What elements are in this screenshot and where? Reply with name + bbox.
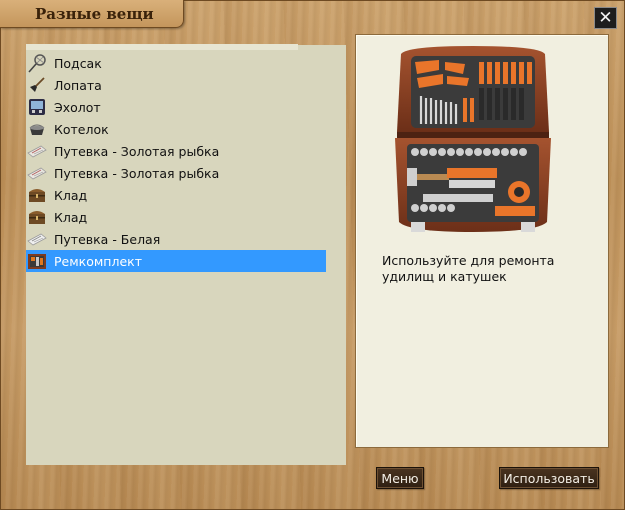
list-item[interactable]: Путевка - Золотая рыбка (26, 162, 326, 184)
list-item[interactable]: Котелок (26, 118, 326, 140)
list-item[interactable]: Клад (26, 184, 326, 206)
list-item[interactable]: Путевка - Золотая рыбка (26, 140, 326, 162)
shovel-icon (26, 74, 48, 96)
repair-kit-icon (26, 250, 48, 272)
list-header-strip (26, 44, 298, 50)
title-tab: Разные вещи (0, 0, 184, 28)
list-item[interactable]: Клад (26, 206, 326, 228)
pot-icon (26, 118, 48, 140)
voucher-icon (26, 228, 48, 250)
echo-sounder-icon (26, 96, 48, 118)
list-item-selected[interactable]: Ремкомплект (26, 250, 326, 272)
use-button[interactable]: Использовать (499, 467, 599, 489)
menu-button[interactable]: Меню (376, 467, 424, 489)
treasure-chest-icon (26, 206, 48, 228)
voucher-icon (26, 140, 48, 162)
list-item[interactable]: Подсак (26, 52, 326, 74)
list-item[interactable]: Эхолот (26, 96, 326, 118)
item-description: Используйте для ремонта удилищ и катушек (382, 253, 555, 284)
treasure-chest-icon (26, 184, 48, 206)
close-button[interactable]: ✕ (594, 7, 617, 29)
toolbox-image (387, 40, 559, 242)
window-title: Разные вещи (35, 5, 154, 23)
voucher-icon (26, 162, 48, 184)
landing-net-icon (26, 52, 48, 74)
close-icon: ✕ (598, 7, 613, 28)
list-item[interactable]: Путевка - Белая (26, 228, 326, 250)
list-item[interactable]: Лопата (26, 74, 326, 96)
